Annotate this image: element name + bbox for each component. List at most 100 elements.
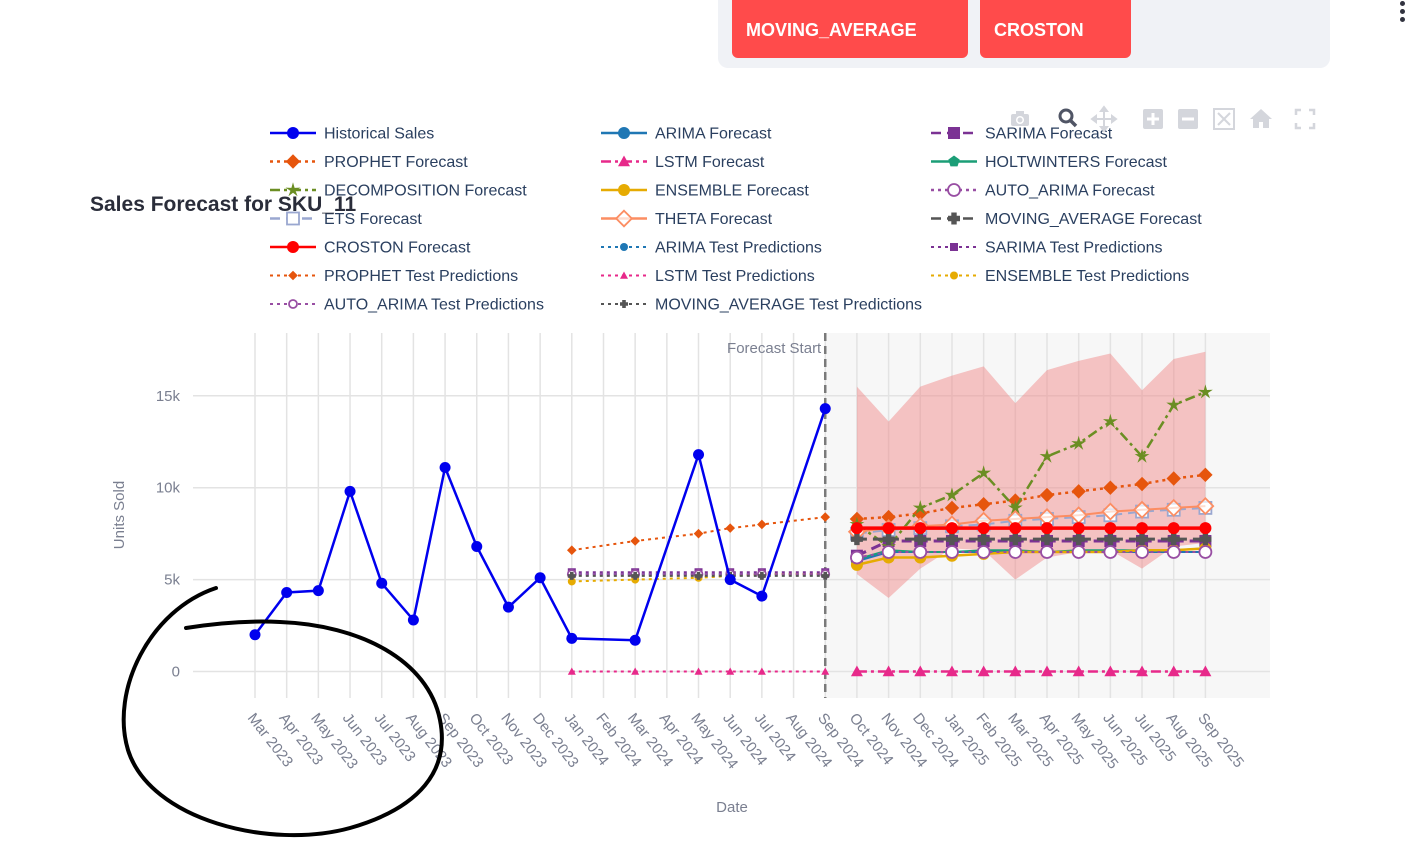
legend-label: HOLTWINTERS Forecast [985,154,1168,171]
croston-forecast-point [1041,522,1053,535]
zoom-out-icon[interactable] [1173,104,1203,134]
legend-item-moving-average-forecast: MOVING_AVERAGE Forecast [931,211,1202,228]
camera-icon[interactable] [1005,104,1035,134]
auto-arima-forecast-point [913,545,928,559]
series-lstm-test-predictions [567,667,830,675]
legend-item-sarima-test-predictions: SARIMA Test Predictions [931,240,1163,257]
legend-swatch-marker [620,300,628,309]
prophet-test-predictions-point [757,519,767,530]
pan-icon[interactable] [1089,104,1119,134]
legend-swatch-marker [618,184,630,196]
legend-swatch-marker [288,270,298,281]
legend-label: LSTM Forecast [655,154,765,171]
auto-arima-forecast-point [976,545,991,559]
legend-swatch-marker [950,243,958,251]
legend-item-ensemble-test-predictions: ENSEMBLE Test Predictions [931,268,1189,285]
legend-item-lstm-forecast: LSTM Forecast [601,154,765,171]
legend-swatch-marker [287,241,299,253]
prophet-test-predictions-point [725,523,735,533]
croston-forecast-point [882,522,895,535]
legend-label: ENSEMBLE Forecast [655,183,809,200]
legend-swatch-marker [947,183,961,197]
legend-label: PROPHET Test Predictions [324,268,518,285]
auto-arima-forecast-point [1040,545,1054,559]
legend-swatch-marker [287,127,299,139]
y-tick-label: 0 [172,664,180,681]
legend-label: AUTO_ARIMA Forecast [985,183,1155,200]
legend-label: THETA Forecast [655,211,773,228]
croston-forecast-point [1104,522,1117,535]
chart-legend: Historical Sales ARIMA Forecast SARIMA For… [270,126,1202,314]
legend-label: ARIMA Test Predictions [655,240,822,257]
autoscale-icon[interactable] [1209,104,1239,134]
croston-forecast-point [1167,522,1180,535]
legend-swatch-marker [950,271,958,280]
historical-sales-point [724,574,736,586]
legend-swatch-marker [620,243,628,251]
legend-item-croston-forecast: CROSTON Forecast [270,240,471,257]
legend-label: ARIMA Forecast [655,126,772,143]
auto-arima-forecast-point [881,545,896,559]
croston-forecast-point [1072,522,1085,535]
auto-arima-forecast-point [1135,545,1149,559]
prophet-test-predictions-point [567,545,577,555]
prophet-test-predictions-point [630,536,640,546]
historical-sales-point [502,601,514,613]
historical-sales-point [756,590,768,602]
auto-arima-forecast-point [1071,545,1086,559]
legend-item-prophet-test-predictions: PROPHET Test Predictions [270,268,518,285]
legend-swatch-marker [618,127,630,139]
legend-label: LSTM Test Predictions [655,268,815,285]
auto-arima-forecast-point [945,545,959,559]
croston-forecast-point [914,522,927,535]
y-tick-label: 15k [156,388,181,405]
legend-label: SARIMA Test Predictions [985,240,1163,257]
x-axis-title: Date [716,799,748,816]
legend-item-historical-sales: Historical Sales [270,126,434,143]
legend-item-theta-forecast: THETA Forecast [601,209,773,228]
historical-sales-point [344,485,356,497]
legend-swatch-marker [948,212,960,225]
legend-label: AUTO_ARIMA Test Predictions [324,297,544,314]
historical-sales-point [471,541,483,553]
croston-forecast-point [1009,522,1022,535]
historical-sales-point [693,449,705,461]
legend-label: MOVING_AVERAGE Test Predictions [655,297,922,314]
reset-home-icon[interactable] [1246,104,1276,134]
historical-sales-point [281,586,293,598]
auto-arima-forecast-point [1166,545,1181,559]
legend-label: Historical Sales [324,126,434,143]
historical-sales-point [249,629,261,641]
zoom-in-icon[interactable] [1138,104,1168,134]
historical-sales-point [376,577,388,589]
fullscreen-icon[interactable] [1290,104,1320,134]
legend-item-auto-arima-test-predictions: AUTO_ARIMA Test Predictions [270,297,544,314]
legend-swatch-marker [620,271,628,279]
legend-label: PROPHET Forecast [324,154,468,171]
legend-item-arima-test-predictions: ARIMA Test Predictions [601,240,822,257]
legend-item-holtwinters-forecast: HOLTWINTERS Forecast [931,154,1168,171]
historical-sales-point [312,585,324,597]
zoom-icon[interactable] [1053,104,1083,134]
auto-arima-forecast-point [1008,545,1023,559]
historical-sales-point [439,461,451,473]
historical-sales-point [819,403,831,415]
croston-forecast-point [1199,522,1212,535]
auto-arima-forecast-point [1103,545,1118,559]
legend-swatch-marker [614,209,634,228]
auto-arima-forecast-point [1198,545,1213,559]
croston-forecast-point [977,522,990,535]
y-tick-label: 10k [156,480,181,497]
legend-label: ENSEMBLE Test Predictions [985,268,1189,285]
legend-item-ensemble-forecast: ENSEMBLE Forecast [601,183,809,200]
legend-swatch-marker [948,127,960,139]
y-tick-label: 5k [164,572,180,589]
croston-forecast-point [850,522,863,535]
hand-drawn-circle-annotation [121,586,444,838]
historical-sales-point [629,634,641,646]
legend-item-prophet-forecast: PROPHET Forecast [270,154,468,171]
legend-label: CROSTON Forecast [324,240,471,257]
forecast-start-label: Forecast Start [727,340,822,357]
croston-forecast-point [1136,522,1149,535]
legend-swatch-marker [285,154,301,169]
